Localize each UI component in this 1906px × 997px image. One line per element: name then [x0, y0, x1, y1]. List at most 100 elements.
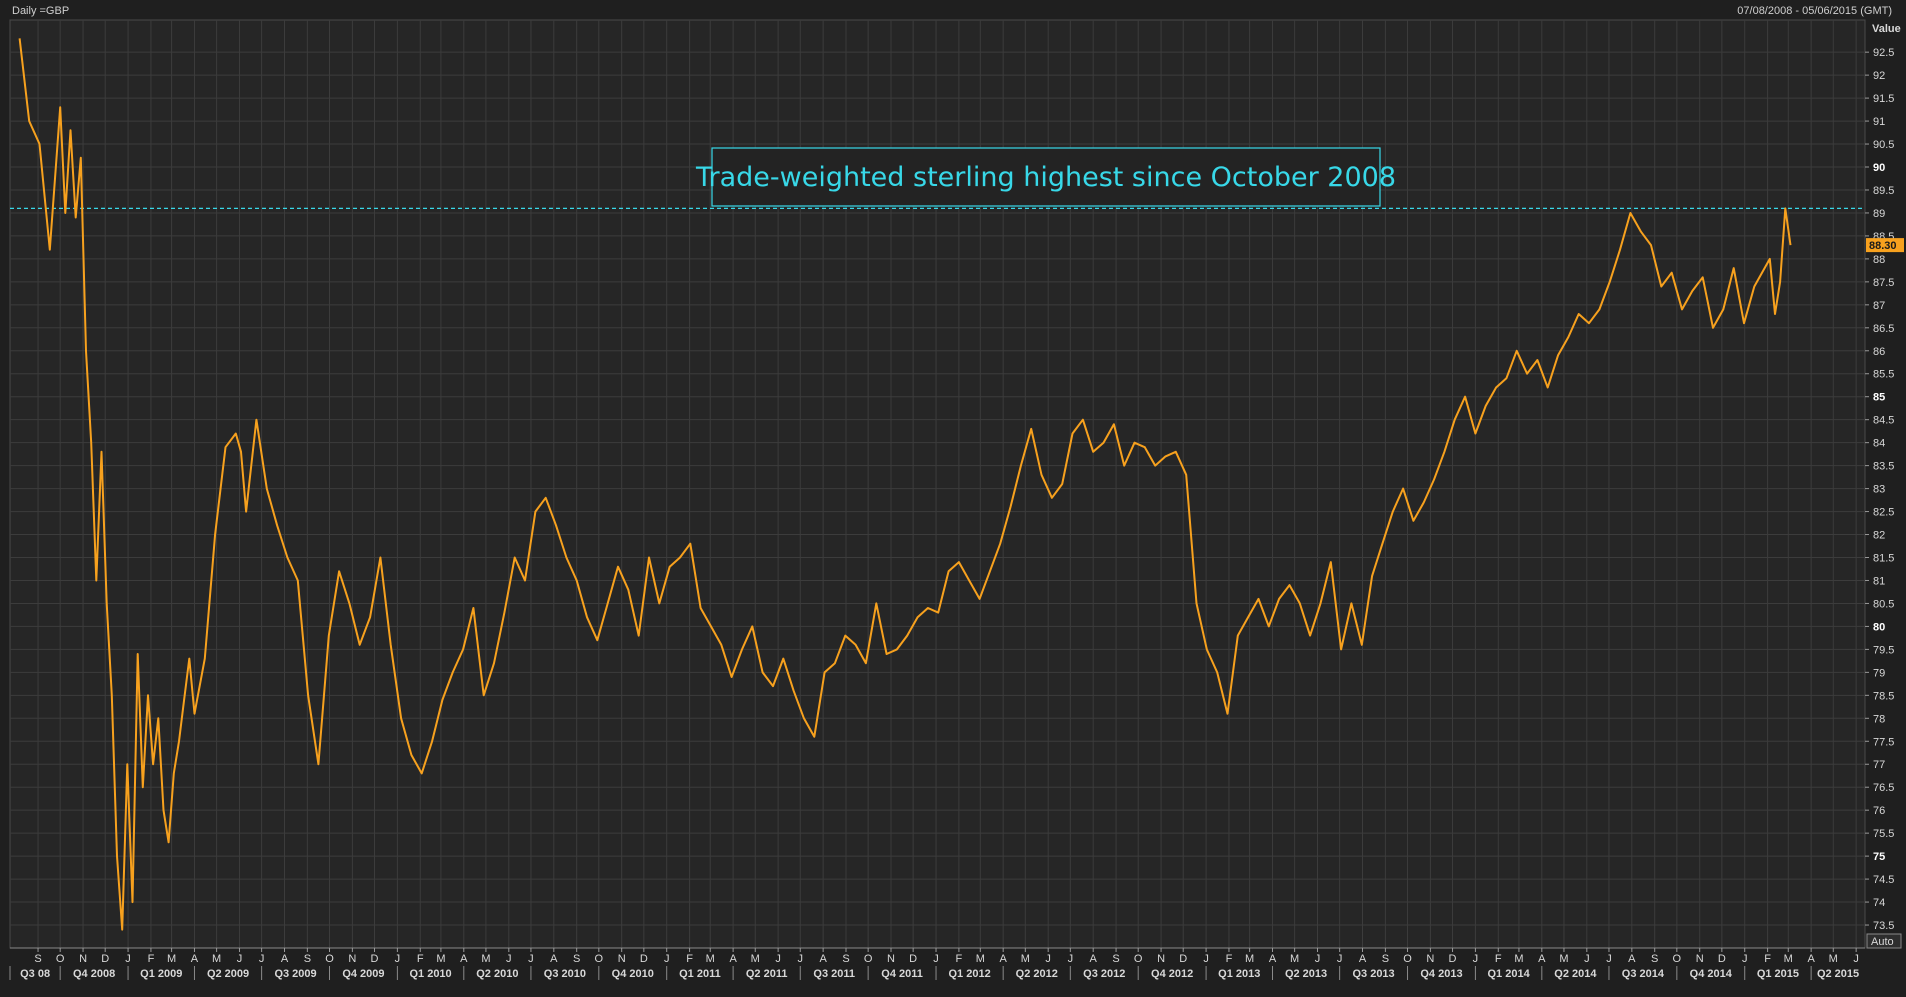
y-tick-label: 88 [1873, 254, 1885, 266]
x-quarter-label: Q2 2015 [1817, 968, 1859, 980]
x-month-label: J [1853, 953, 1859, 965]
x-quarter-label: Q3 2010 [544, 968, 586, 980]
x-month-label: M [1784, 953, 1793, 965]
x-month-label: J [1337, 953, 1343, 965]
x-month-label: A [1538, 953, 1546, 965]
y-tick-label: 74.5 [1873, 874, 1894, 886]
y-tick-label: 76 [1873, 805, 1885, 817]
header-right-text: 07/08/2008 - 05/06/2015 (GMT) [1737, 5, 1892, 17]
y-tick-label: 74 [1873, 897, 1885, 909]
x-month-label: A [191, 953, 199, 965]
x-quarter-label: Q3 2011 [813, 968, 855, 980]
x-quarter-label: Q2 2010 [476, 968, 518, 980]
x-month-label: A [729, 953, 737, 965]
y-tick-label: 90.5 [1873, 139, 1894, 151]
x-month-label: M [1829, 953, 1838, 965]
x-month-label: J [798, 953, 804, 965]
y-tick-label: 92 [1873, 70, 1885, 82]
x-month-label: F [417, 953, 424, 965]
x-month-label: J [1315, 953, 1321, 965]
x-month-label: F [1226, 953, 1233, 965]
y-tick-label: 80 [1873, 621, 1885, 633]
x-quarter-label: Q1 2009 [140, 968, 182, 980]
x-month-label: F [148, 953, 155, 965]
x-month-label: M [436, 953, 445, 965]
x-quarter-label: Q3 2009 [274, 968, 316, 980]
y-tick-label: 75 [1873, 851, 1885, 863]
y-tick-label: 77 [1873, 759, 1885, 771]
chart: Daily =GBP 07/08/2008 - 05/06/2015 (GMT)… [0, 0, 1906, 997]
last-value-label: 88.30 [1869, 240, 1897, 252]
x-month-label: J [775, 953, 781, 965]
x-month-label: J [259, 953, 265, 965]
x-month-label: A [1807, 953, 1815, 965]
y-tick-label: 90 [1873, 162, 1885, 174]
x-month-label: J [237, 953, 243, 965]
x-month-label: A [460, 953, 468, 965]
y-tick-label: 85 [1873, 392, 1885, 404]
x-month-label: A [999, 953, 1007, 965]
x-month-label: O [56, 953, 65, 965]
x-quarter-label: Q4 2008 [73, 968, 115, 980]
y-tick-label: 89 [1873, 208, 1885, 220]
x-month-label: D [371, 953, 379, 965]
x-quarter-label: Q3 2013 [1352, 968, 1394, 980]
x-month-label: D [1718, 953, 1726, 965]
x-month-label: S [1112, 953, 1119, 965]
x-month-label: J [125, 953, 131, 965]
x-month-label: J [506, 953, 512, 965]
x-quarter-label: Q1 2011 [679, 968, 721, 980]
x-month-label: A [1359, 953, 1367, 965]
x-quarter-label: Q3 2012 [1083, 968, 1125, 980]
x-quarter-label: Q3 08 [20, 968, 50, 980]
x-month-label: M [1245, 953, 1254, 965]
x-month-label: F [1764, 953, 1771, 965]
x-month-label: F [956, 953, 963, 965]
y-tick-label: 87 [1873, 300, 1885, 312]
y-tick-label: 81 [1873, 575, 1885, 587]
x-month-label: O [864, 953, 873, 965]
x-month-label: J [395, 953, 401, 965]
annotation-text: Trade-weighted sterling highest since Oc… [695, 162, 1396, 193]
x-quarter-label: Q4 2009 [342, 968, 384, 980]
x-quarter-label: Q1 2015 [1757, 968, 1799, 980]
x-month-label: S [304, 953, 311, 965]
x-month-label: A [281, 953, 289, 965]
x-quarter-label: Q4 2012 [1151, 968, 1193, 980]
x-month-label: N [348, 953, 356, 965]
x-month-label: J [1473, 953, 1479, 965]
y-tick-label: 83 [1873, 484, 1885, 496]
x-month-label: O [1673, 953, 1682, 965]
x-quarter-label: Q1 2012 [948, 968, 990, 980]
y-tick-label: 81.5 [1873, 553, 1894, 565]
x-month-label: S [842, 953, 849, 965]
x-month-label: M [751, 953, 760, 965]
x-month-label: M [706, 953, 715, 965]
x-month-label: A [550, 953, 558, 965]
x-month-label: J [1584, 953, 1590, 965]
y-tick-label: 86.5 [1873, 323, 1894, 335]
x-quarter-label: Q2 2014 [1554, 968, 1597, 980]
x-quarter-label: Q4 2010 [612, 968, 654, 980]
x-month-label: A [1090, 953, 1098, 965]
x-month-label: M [976, 953, 985, 965]
x-month-label: S [573, 953, 580, 965]
y-tick-label: 73.5 [1873, 920, 1894, 932]
x-month-label: A [819, 953, 827, 965]
auto-button[interactable]: Auto [1871, 936, 1894, 948]
x-month-label: D [909, 953, 917, 965]
x-month-label: N [1426, 953, 1434, 965]
x-month-label: O [1134, 953, 1143, 965]
y-tick-label: 91 [1873, 116, 1885, 128]
x-month-label: J [1742, 953, 1748, 965]
y-tick-label: 87.5 [1873, 277, 1894, 289]
y-tick-label: 78.5 [1873, 690, 1894, 702]
x-month-label: J [1045, 953, 1051, 965]
x-month-label: M [481, 953, 490, 965]
x-month-label: M [212, 953, 221, 965]
x-month-label: N [887, 953, 895, 965]
y-tick-label: 75.5 [1873, 828, 1894, 840]
x-quarter-label: Q3 2014 [1622, 968, 1665, 980]
y-tick-label: 82 [1873, 530, 1885, 542]
y-tick-label: 89.5 [1873, 185, 1894, 197]
